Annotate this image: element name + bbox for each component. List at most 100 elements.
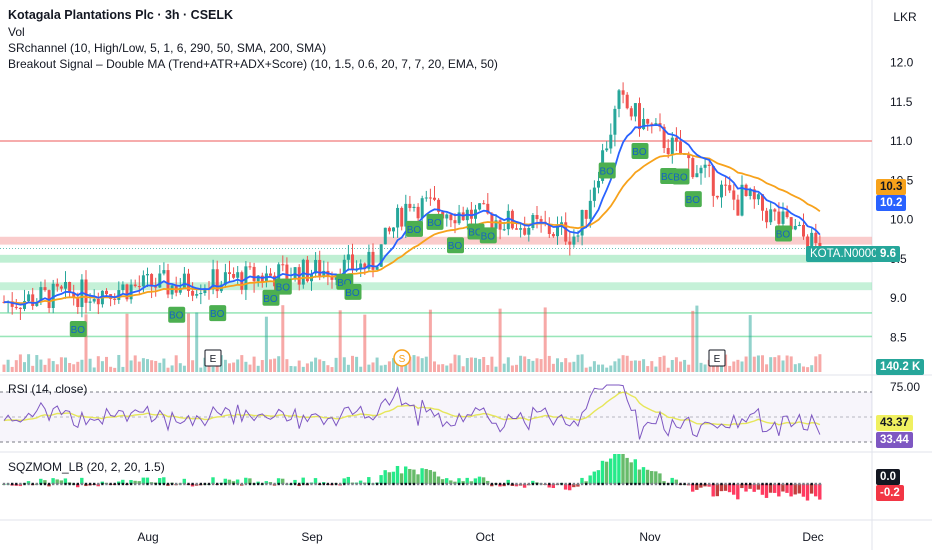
sqz-dot <box>609 482 612 486</box>
sqz-dot <box>744 482 748 486</box>
sqz-dot <box>277 482 280 486</box>
sqz-bar <box>404 466 408 484</box>
sqz-dot <box>416 482 420 486</box>
sqz-dot <box>35 482 38 486</box>
volume-bar <box>597 364 600 372</box>
bo-signal-label: BO <box>427 218 442 229</box>
sqz-dot <box>306 482 309 486</box>
candle-body <box>31 294 35 306</box>
sqz-dot <box>470 482 473 486</box>
sqz-dot <box>375 482 379 486</box>
sqz-dot <box>552 482 555 486</box>
sqz-dot <box>437 482 440 486</box>
sqz-dot <box>240 482 243 486</box>
volume-bar <box>96 356 100 372</box>
sqz-dot <box>232 482 235 486</box>
candle-body <box>351 254 354 270</box>
volume-bar <box>502 363 506 372</box>
volume-bar <box>68 362 72 372</box>
candle-body <box>506 210 510 230</box>
sqz-bar <box>760 484 765 495</box>
volume-bar <box>92 367 96 372</box>
volume-bar <box>252 356 256 372</box>
candle-body <box>105 290 108 295</box>
sqz-bar <box>379 475 383 484</box>
sqz-dot <box>257 482 260 486</box>
volume-bar <box>642 359 646 372</box>
sqz-dot <box>11 482 14 486</box>
volume-bar <box>109 366 113 372</box>
sqz-dot <box>523 482 526 486</box>
sqz-dot <box>671 482 674 486</box>
sqz-dot <box>773 482 776 486</box>
sqz-bar <box>736 484 740 500</box>
sqz-dot <box>351 482 354 486</box>
volume-bar <box>326 365 330 372</box>
sqz-dot <box>621 482 625 486</box>
volume-bar <box>605 367 609 372</box>
volume-bar <box>281 305 285 372</box>
y-tick-label: 11.5 <box>890 95 913 109</box>
sqz-bar <box>609 458 613 484</box>
sqz-dot <box>679 482 682 486</box>
volume-bar <box>55 364 59 372</box>
sqz-pane-label[interactable]: SQZMOM_LB (20, 2, 20, 1.5) <box>8 460 165 474</box>
sqz-dot <box>765 482 768 486</box>
volume-bar <box>572 361 576 372</box>
sqz-dot <box>330 482 334 486</box>
volume-bar <box>150 360 154 372</box>
volume-bar <box>449 363 453 372</box>
candle-body <box>699 167 703 174</box>
candle-body <box>383 227 387 245</box>
candle-body <box>396 207 400 228</box>
candle-body <box>121 284 125 291</box>
y-tick-label: 9.0 <box>890 291 907 305</box>
volume-bar <box>64 357 67 372</box>
sqz-dot <box>56 482 59 486</box>
volume-bar <box>80 359 84 372</box>
sqz-dot <box>425 482 428 486</box>
volume-bar <box>765 364 769 372</box>
volume-bar <box>375 357 379 372</box>
sqz-dot <box>170 482 174 486</box>
currency-label[interactable]: LKR <box>880 10 930 24</box>
candle-body <box>445 214 449 219</box>
candle-body <box>191 290 195 296</box>
sqz-dot <box>638 482 641 486</box>
candle-body <box>773 209 777 212</box>
sqz-dot <box>548 482 551 486</box>
volume-bar <box>654 366 658 372</box>
candle-body <box>84 279 88 303</box>
sqz-dot <box>457 482 461 486</box>
sqz-bar <box>789 484 793 497</box>
sqz-dot <box>740 482 744 486</box>
indicator-breakout[interactable]: Breakout Signal – Double MA (Trend+ATR+A… <box>8 56 498 72</box>
volume-bar <box>482 356 486 372</box>
volume-bar <box>761 355 764 372</box>
candle-body <box>182 273 186 288</box>
candle-body <box>269 273 272 276</box>
volume-bar <box>178 363 182 372</box>
sqz-dot <box>125 482 129 486</box>
sqz-dot <box>802 482 805 486</box>
volume-bar <box>121 366 125 372</box>
indicator-srchannel[interactable]: SRchannel (10, High/Low, 5, 1, 6, 290, 5… <box>8 40 326 56</box>
rsi-pane-label[interactable]: RSI (14, close) <box>8 382 87 396</box>
bo-signal-label: BO <box>686 195 701 206</box>
volume-bar <box>486 365 490 372</box>
volume-bar <box>461 366 465 372</box>
event-marker-label: S <box>399 354 406 365</box>
indicator-vol[interactable]: Vol <box>8 24 25 40</box>
sqz-bar <box>641 467 646 484</box>
sqz-dot <box>47 482 51 486</box>
candle-body <box>551 233 555 237</box>
volume-bar <box>490 356 494 372</box>
sqz-bar <box>391 471 396 484</box>
volume-bar <box>703 364 707 372</box>
sqz-dot <box>814 482 817 486</box>
sqz-dot <box>105 482 108 486</box>
sr-zone <box>0 140 872 142</box>
sqz-bar <box>809 484 814 494</box>
candle-body <box>756 194 760 200</box>
volume-bar <box>683 359 687 372</box>
